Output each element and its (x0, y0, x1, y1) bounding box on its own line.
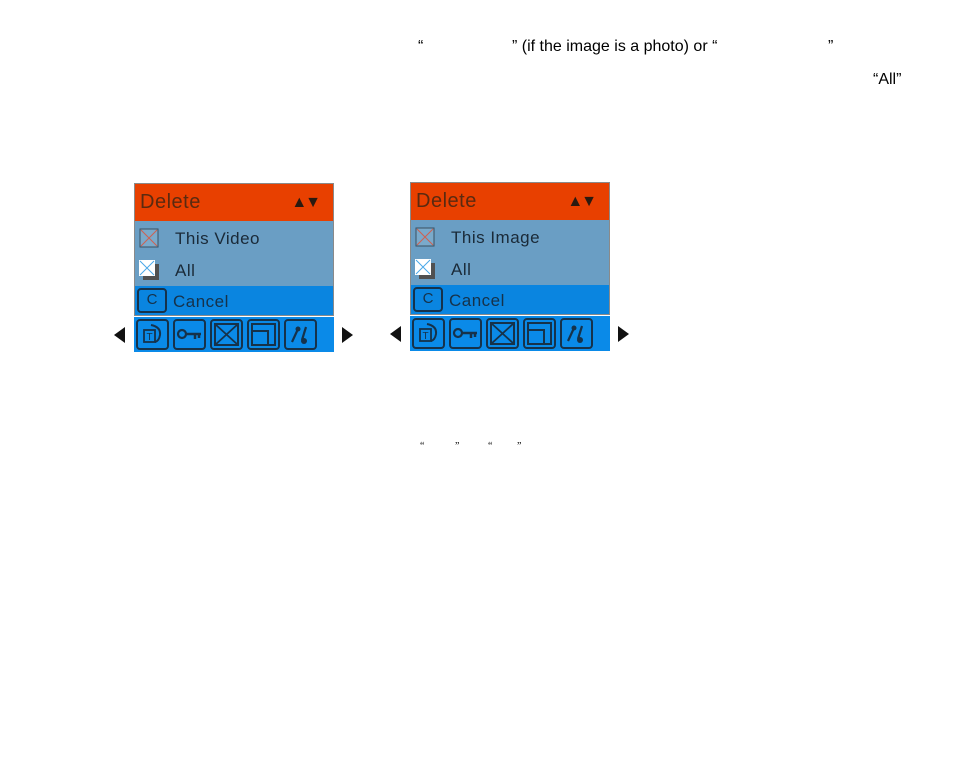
menu-item-label: Cancel (449, 291, 505, 310)
tools-icon[interactable] (560, 318, 593, 349)
up-down-arrows-icon: ▲▼ (291, 194, 321, 211)
mode-toolbar: T (134, 317, 334, 352)
menu-options: This Video All (134, 221, 334, 286)
photo-note-text: ” (if the image is a photo) or “ (512, 38, 718, 55)
menu-item-delete-one[interactable]: This Image (411, 222, 609, 252)
menu-item-cancel[interactable]: C Cancel (410, 285, 610, 315)
delete-all-icon (139, 260, 163, 284)
up-down-arrows-icon: ▲▼ (567, 193, 597, 210)
menu-item-delete-all[interactable]: All (135, 255, 333, 285)
cancel-key-icon: C (137, 288, 167, 313)
menu-title: Delete (416, 190, 477, 212)
scroll-right-arrow-icon[interactable] (342, 327, 353, 343)
key-icon[interactable] (173, 319, 206, 350)
delete-icon[interactable] (486, 318, 519, 349)
cancel-key-icon: C (413, 287, 443, 312)
menu-item-label: This Video (175, 229, 261, 248)
scroll-right-arrow-icon[interactable] (618, 326, 629, 342)
quote-mark: ” (455, 441, 460, 452)
svg-text:T: T (147, 332, 153, 343)
open-quote: “ (418, 38, 424, 55)
delete-one-icon (139, 228, 163, 252)
menu-item-delete-one[interactable]: This Video (135, 223, 333, 253)
mode-toolbar: T (410, 316, 610, 351)
menu-item-label: All (451, 260, 472, 279)
frame-icon[interactable] (523, 318, 556, 349)
quote-mark: ” (517, 441, 522, 452)
quote-mark: “ (420, 441, 425, 452)
delete-icon[interactable] (210, 319, 243, 350)
menu-title: Delete (140, 191, 201, 213)
all-option-text: “All” (873, 71, 902, 88)
menu-item-label: All (175, 261, 196, 280)
svg-text:T: T (423, 331, 429, 342)
text-rotate-icon[interactable]: T (136, 319, 169, 350)
menu-options: This Image All (410, 220, 610, 285)
quote-mark: “ (488, 441, 493, 452)
scroll-left-arrow-icon[interactable] (114, 327, 125, 343)
delete-all-icon (415, 259, 439, 283)
menu-header: Delete ▲▼ (410, 182, 610, 220)
menu-item-cancel[interactable]: C Cancel (134, 286, 334, 316)
scroll-left-arrow-icon[interactable] (390, 326, 401, 342)
close-quote: ” (828, 38, 834, 55)
text-rotate-icon[interactable]: T (412, 318, 445, 349)
menu-header: Delete ▲▼ (134, 183, 334, 221)
menu-item-label: This Image (451, 228, 541, 247)
delete-one-icon (415, 227, 439, 251)
tools-icon[interactable] (284, 319, 317, 350)
menu-item-label: Cancel (173, 292, 229, 311)
key-icon[interactable] (449, 318, 482, 349)
frame-icon[interactable] (247, 319, 280, 350)
menu-item-delete-all[interactable]: All (411, 254, 609, 284)
